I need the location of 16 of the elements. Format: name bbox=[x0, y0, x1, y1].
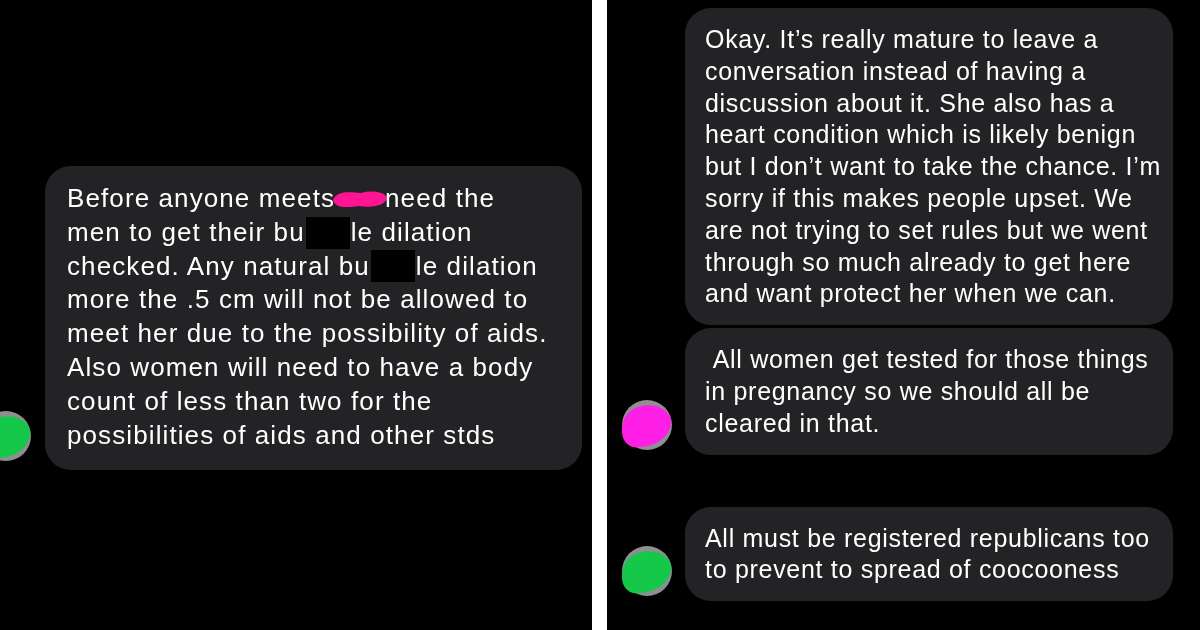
message-text: checked. Any natural bu bbox=[67, 249, 370, 283]
message-text: Also women will need to have a body bbox=[67, 351, 534, 384]
message-text: le dilation bbox=[415, 249, 538, 283]
message-text: need the bbox=[385, 182, 496, 215]
message-text: Okay. It’s really mature to leave a conversation instead of having a discussion about it. She also has a heart condition which is likely benign but I don’t want to take the chance. I’m sorry if this makes people upset. We are not trying to set rules but we went through so much already to get here and want protect her when we can. bbox=[705, 24, 1163, 310]
message-text: more the .5 cm will not be allowed to bbox=[67, 283, 529, 317]
message-text: meet her due to the possibility of aids. bbox=[67, 317, 548, 351]
message-text: le dilation bbox=[350, 215, 473, 249]
message-text: men to get their bu bbox=[67, 215, 305, 249]
message-text: Before anyone meets bbox=[67, 182, 336, 215]
message-text: All must be registered republicans too to prevent to spread of coocooness bbox=[705, 522, 1151, 586]
message-text: possibilities of aids and other stds bbox=[67, 418, 496, 452]
redaction-block bbox=[370, 250, 415, 283]
message-text: count of less than two for the bbox=[67, 384, 433, 418]
redaction-block bbox=[305, 216, 350, 249]
message-text: All women get tested for those things in pregnancy so we should all be cleared in that. bbox=[705, 344, 1150, 439]
